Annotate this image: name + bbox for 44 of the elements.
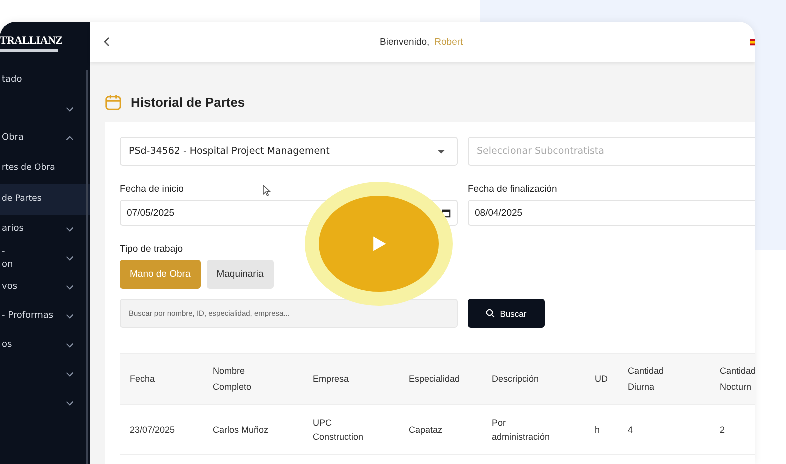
flag-icon[interactable] — [750, 38, 755, 46]
column-header: UD — [595, 373, 608, 386]
work-type-toggle[interactable]: Maquinaria — [206, 260, 274, 289]
sidebar-item[interactable]: - on — [0, 244, 90, 273]
column-header: Fecha — [130, 373, 156, 386]
column-header: Cantidad Diurna — [628, 365, 664, 394]
calendar-icon — [105, 94, 122, 110]
field-label: Tipo de trabajo — [120, 244, 184, 256]
sidebar-item[interactable]: - Proformas — [0, 302, 90, 331]
sidebar-subitem[interactable]: rtes de Obra — [0, 153, 90, 184]
table-cell-text: UPC Construction — [313, 416, 364, 444]
table-cell-text: 4 — [628, 424, 634, 436]
search-icon — [486, 309, 496, 318]
subcontractor-select[interactable]: Seleccionar Subcontratista — [468, 137, 755, 166]
column-header: Nombre Completo — [213, 365, 252, 394]
table-cell-text: 23/07/2025 — [130, 424, 176, 436]
page-title: Historial de Partes — [131, 94, 246, 110]
field-label: Fecha de inicio — [120, 184, 184, 195]
project-select[interactable]: PSd-34562 - Hospital Project Management — [120, 137, 458, 166]
sidebar-item[interactable]: Obra — [0, 124, 90, 153]
scrollbar[interactable] — [86, 70, 88, 464]
sidebar-item[interactable]: os — [0, 331, 90, 360]
logo-tagline-bar — [0, 49, 58, 52]
table-cell-text: 2 — [720, 424, 726, 436]
greeting-text: Bienvenido, — [380, 36, 430, 48]
search-button[interactable]: Buscar — [468, 299, 545, 328]
sidebar-item[interactable]: arios — [0, 215, 90, 244]
sidebar-subitem[interactable]: de Partes — [0, 184, 90, 215]
caret-icon — [438, 150, 445, 154]
sidebar-item[interactable]: tado — [0, 66, 90, 95]
cursor-icon — [263, 185, 271, 197]
date-field[interactable]: 08/04/2025 — [468, 200, 755, 226]
back-icon[interactable] — [104, 37, 110, 47]
column-header: Descripción — [492, 373, 540, 386]
table-cell-text: Carlos Muñoz — [213, 424, 269, 436]
logo-text: TRALLIANZ — [0, 36, 63, 47]
table-cell-text: Capataz — [409, 424, 443, 436]
table-cell-text: h — [595, 424, 600, 436]
column-header: Empresa — [313, 373, 350, 386]
table-cell-text: Por administración — [492, 416, 550, 444]
sidebar-item[interactable]: vos — [0, 273, 90, 302]
field-label: Fecha de finalización — [468, 184, 558, 195]
user-name: Robert — [434, 36, 464, 48]
column-header: Especialidad — [409, 373, 460, 386]
